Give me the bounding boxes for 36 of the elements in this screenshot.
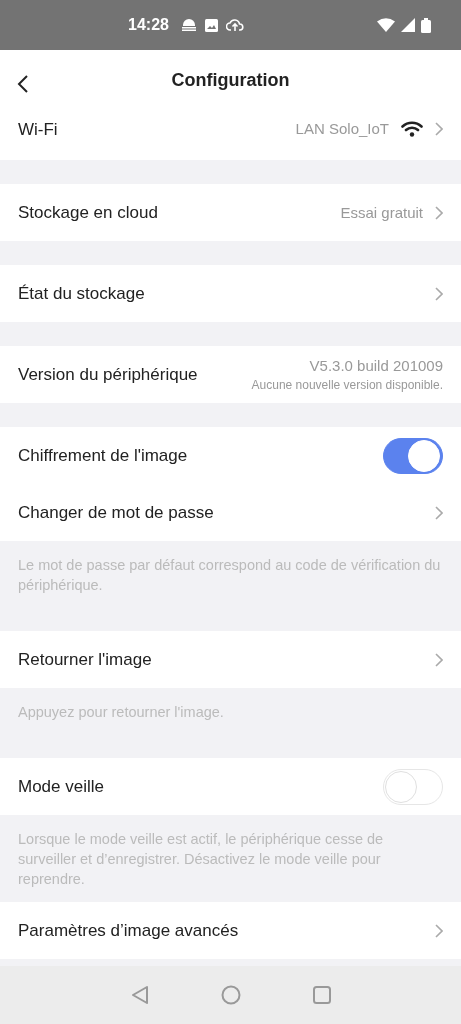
setting-label[interactable]: Paramètres d’image avancés [18,920,239,941]
status-time: 14:28 [128,16,169,34]
setting-label[interactable]: Stockage en cloud [18,202,158,223]
cloud-upload-icon [225,18,244,32]
chevron-right-icon[interactable] [435,505,443,520]
recents-nav-icon[interactable] [312,986,331,1004]
setting-label[interactable]: Retourner l'image [18,649,152,670]
help-text: Appuyez pour retourner l'image. [0,688,461,734]
page-title: Configuration [171,69,290,91]
back-nav-icon[interactable] [130,985,149,1005]
battery-icon [421,17,431,33]
setting-label[interactable]: Chiffrement de l'image [18,445,188,466]
setting-label[interactable]: État du stockage [18,283,145,304]
version-number: V5.3.0 build 201009 [309,357,443,374]
cell-signal-icon [401,18,415,32]
chevron-right-icon[interactable] [435,652,443,667]
setting-label[interactable]: Version du périphérique [18,364,198,385]
chevron-right-icon[interactable] [435,286,443,301]
help-text: Le mot de passe par défaut correspond au code de vérification du périphérique. [0,541,461,607]
setting-value: LAN Solo_IoT [295,120,389,137]
help-text: Lorsque le mode veille est actif, le périphérique cesse de surveiller et d’enregistrer. Désactivez le mode veille pour reprendre. [0,815,461,901]
chevron-right-icon[interactable] [435,121,443,136]
update-status: Aucune nouvelle version disponible. [251,378,443,392]
home-nav-icon[interactable] [220,985,241,1005]
image-icon [204,18,218,32]
setting-label[interactable]: Wi-Fi [18,120,58,140]
back-icon[interactable] [17,75,29,93]
chevron-right-icon[interactable] [435,923,443,938]
chevron-right-icon[interactable] [435,205,443,220]
setting-label[interactable]: Changer de mot de passe [18,502,214,523]
toggle-switch[interactable] [383,437,443,474]
wifi-signal-icon [377,18,395,32]
notification-icon [180,18,197,32]
setting-label[interactable]: Mode veille [18,776,104,797]
wifi-icon [401,120,423,137]
setting-value: Essai gratuit [340,204,423,221]
